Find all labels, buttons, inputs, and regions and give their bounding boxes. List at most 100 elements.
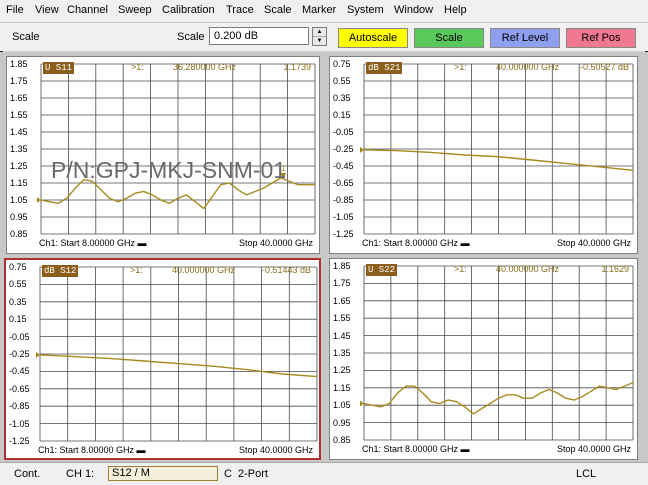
scale-button[interactable]: Scale: [414, 28, 484, 48]
menu-system[interactable]: System: [347, 4, 384, 16]
part-number-watermark: P/N:GPJ-MKJ-SNM-01: [51, 157, 287, 183]
y-tick-label: 1.15: [333, 382, 351, 393]
channel-status: CH 1:: [66, 468, 95, 480]
active-measurement-status: S12 / M: [108, 466, 218, 481]
marker-frequency: 40.000000 GHz: [172, 265, 236, 275]
autoscale-button[interactable]: Autoscale: [338, 28, 408, 48]
scale-label: Scale: [177, 31, 205, 43]
reference-status: LCL: [576, 468, 597, 480]
y-tick-label: 1.75: [333, 278, 351, 289]
sweep-stop-label: Stop 40.0000 GHz: [238, 238, 313, 248]
menu-window[interactable]: Window: [394, 4, 433, 16]
sweep-stop-label: Stop 40.0000 GHz: [238, 445, 313, 455]
y-tick-label: 1.65: [10, 93, 28, 103]
reference-arrow-icon: [37, 197, 41, 203]
y-tick-label: 1.85: [333, 261, 351, 271]
menu-view[interactable]: View: [35, 4, 59, 16]
y-tick-label: 0.95: [10, 212, 28, 222]
trace-format-tag[interactable]: U S22: [366, 264, 398, 276]
trace-plot-s12: [36, 266, 318, 442]
cal-status: C: [224, 468, 232, 480]
sweep-stop-label: Stop 40.0000 GHz: [556, 444, 631, 454]
y-tick-label: 1.45: [10, 127, 28, 137]
y-tick-label: 1.15: [10, 178, 28, 188]
marker-value: 1.1739: [283, 62, 311, 72]
y-tick-label: 0.75: [333, 59, 351, 69]
y-tick-label: 0.15: [333, 110, 351, 120]
y-tick-label: -0.45: [333, 161, 354, 171]
y-tick-label: 1.85: [10, 59, 28, 69]
menu-bar: File View Channel Sweep Calibration Trac…: [0, 0, 648, 23]
y-tick-label: -0.05: [333, 127, 354, 137]
menu-scale[interactable]: Scale: [264, 4, 292, 16]
menu-trace[interactable]: Trace: [226, 4, 254, 16]
y-tick-label: -0.05: [9, 331, 30, 342]
sweep-start-label: Ch1: Start 8.00000 GHz ▬: [362, 444, 470, 454]
y-tick-label: 1.55: [10, 110, 28, 120]
y-tick-label: -1.05: [333, 212, 354, 222]
ref-level-button[interactable]: Ref Level: [490, 28, 560, 48]
trace-panel-s11[interactable]: 1U S11 >1: 36.280000 GHz 1.1739 1.85 1.75 1.65…: [6, 56, 320, 254]
y-tick-label: -0.65: [9, 383, 30, 394]
sweep-start-label: Ch1: Start 8.00000 GHz ▬: [39, 238, 147, 248]
menu-marker[interactable]: Marker: [302, 4, 336, 16]
marker-frequency: 40.000000 GHz: [496, 264, 560, 274]
y-tick-label: 0.85: [10, 229, 28, 239]
y-tick-label: 0.55: [333, 76, 351, 86]
menu-file[interactable]: File: [6, 4, 24, 16]
y-tick-label: 0.55: [9, 279, 27, 290]
y-tick-label: 1.35: [10, 144, 28, 154]
y-tick-label: 1.75: [10, 76, 28, 86]
marker-value: -0.50527 dB: [579, 62, 629, 72]
trace-format-tag[interactable]: dB S12: [42, 265, 79, 277]
y-tick-label: 0.35: [333, 93, 351, 103]
y-tick-label: -0.85: [333, 195, 354, 205]
menu-help[interactable]: Help: [444, 4, 467, 16]
reference-arrow-icon: [360, 146, 364, 153]
y-tick-label: -1.25: [333, 229, 354, 239]
y-tick-label: 1.35: [333, 348, 351, 358]
sweep-start-label: Ch1: Start 8.00000 GHz ▬: [362, 238, 470, 248]
menu-sweep[interactable]: Sweep: [118, 4, 152, 16]
spin-down-icon[interactable]: ▼: [313, 36, 326, 45]
y-tick-label: 0.85: [333, 435, 351, 445]
scale-spinner[interactable]: ▲ ▼: [312, 27, 327, 46]
trace-format-tag[interactable]: dB S21: [366, 62, 403, 74]
ref-pos-button[interactable]: Ref Pos: [566, 28, 636, 48]
spin-up-icon[interactable]: ▲: [313, 28, 326, 36]
trace-plot-s11: 1: [37, 63, 316, 235]
y-tick-label: 0.95: [333, 417, 351, 428]
y-tick-label: 0.35: [9, 296, 27, 307]
trace-panel-s21[interactable]: dB S21 >1: 40.000000 GHz -0.50527 dB 0.75 0.5…: [329, 56, 638, 254]
marker-indicator: >1:: [454, 264, 467, 274]
trace-work-area: 1U S11 >1: 36.280000 GHz 1.1739 1.85 1.75 1.65…: [0, 52, 648, 462]
trace-panel-s22[interactable]: U S22 >1: 40.000000 GHz 1.1629 1.85 1.75 1.65 1…: [329, 258, 638, 460]
trace-format-tag[interactable]: U S11: [43, 62, 75, 74]
y-tick-label: 0.15: [9, 314, 27, 325]
y-tick-label: 1.25: [333, 365, 351, 376]
y-tick-label: 1.05: [333, 400, 351, 411]
status-bar: Cont. CH 1: S12 / M C 2-Port LCL: [0, 462, 648, 485]
y-tick-label: -0.45: [9, 366, 30, 377]
sweep-mode-status: Cont.: [14, 468, 41, 480]
marker-frequency: 40.000000 GHz: [496, 62, 560, 72]
menu-calibration[interactable]: Calibration: [162, 4, 215, 16]
y-tick-label: 1.55: [333, 313, 351, 324]
y-tick-label: -0.65: [333, 178, 354, 188]
reference-arrow-icon: [36, 351, 40, 358]
y-tick-label: -1.05: [9, 418, 30, 429]
marker-frequency: 36.280000 GHz: [173, 62, 237, 72]
y-tick-label: -0.25: [333, 144, 354, 154]
y-tick-label: -1.25: [9, 436, 30, 446]
marker-value: 1.1629: [601, 264, 629, 274]
toolbar: Scale Scale 0.200 dB ▲ ▼ Autoscale Scale…: [0, 23, 648, 51]
marker-indicator: >1:: [454, 62, 467, 72]
trace-panel-s12[interactable]: dB S12 >1: 40.000000 GHz -0.51443 dB 0.75 0.5…: [4, 258, 321, 460]
y-tick-label: 0.75: [9, 262, 27, 272]
y-tick-label: 1.25: [10, 161, 28, 171]
reference-arrow-icon: [360, 400, 364, 407]
trace-plot-s22: [360, 265, 634, 441]
port-config-status: 2-Port: [238, 468, 268, 480]
menu-channel[interactable]: Channel: [67, 4, 108, 16]
scale-input[interactable]: 0.200 dB: [209, 27, 309, 45]
